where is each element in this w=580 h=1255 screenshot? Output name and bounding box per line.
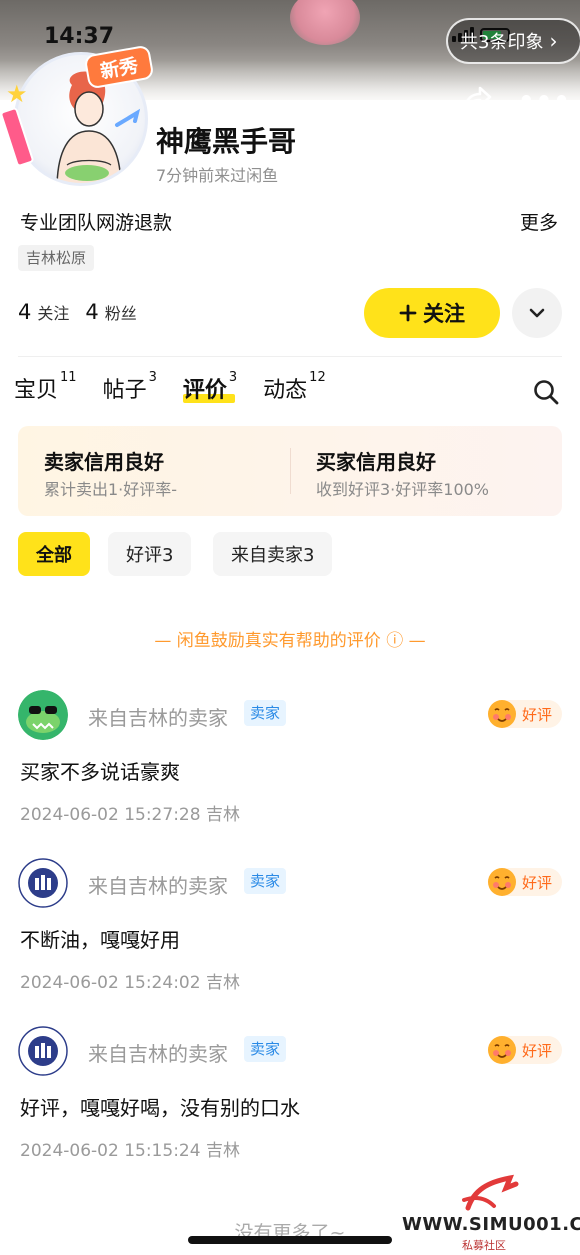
reviewer-avatar-image bbox=[18, 1026, 68, 1076]
seller-credit-title: 卖家信用良好 bbox=[44, 450, 164, 474]
tab-label: 评价 bbox=[182, 378, 227, 403]
followers-label: 粉丝 bbox=[104, 304, 137, 323]
share-button[interactable] bbox=[460, 84, 492, 114]
follow-stats: 4 关注 4 粉丝 bbox=[18, 300, 137, 324]
chevron-down-icon bbox=[529, 308, 545, 318]
star-icon: ★ bbox=[6, 80, 28, 108]
location-tag: 吉林松原 bbox=[18, 245, 95, 271]
review-from: 来自吉林的卖家 bbox=[88, 706, 228, 730]
impression-button[interactable]: 共3条印象 › bbox=[446, 18, 580, 64]
tab-count: 11 bbox=[60, 370, 77, 385]
chevron-right-icon: › bbox=[549, 29, 558, 53]
reviewer-avatar-image bbox=[18, 690, 68, 740]
review-text: 不断油，嘎嘎好用 bbox=[20, 928, 180, 952]
rating-badge: 好评 bbox=[488, 700, 562, 728]
tab-posts[interactable]: 帖子 3 bbox=[102, 370, 157, 404]
status-time: 14:37 bbox=[44, 24, 115, 49]
search-button[interactable] bbox=[532, 378, 560, 410]
home-indicator[interactable] bbox=[188, 1236, 392, 1244]
seller-tag: 卖家 bbox=[244, 868, 287, 894]
review-meta: 2024-06-02 15:27:28 吉林 bbox=[20, 805, 240, 825]
review-text: 好评，嘎嘎好喝，没有别的口水 bbox=[20, 1096, 300, 1120]
rating-label: 好评 bbox=[521, 873, 552, 892]
reviewer-avatar[interactable] bbox=[18, 1026, 68, 1076]
bio-more-link[interactable]: 更多 bbox=[520, 208, 558, 235]
seller-tag: 卖家 bbox=[244, 1036, 287, 1062]
bio: 专业团队网游退款 bbox=[20, 212, 173, 234]
follow-button[interactable]: 关注 bbox=[364, 288, 500, 338]
buyer-credit-sub: 收到好评3·好评率100% bbox=[316, 480, 490, 499]
review-from: 来自吉林的卖家 bbox=[88, 1042, 228, 1066]
tab-count: 3 bbox=[148, 370, 157, 385]
reviewer-avatar[interactable] bbox=[18, 690, 68, 740]
review-from: 来自吉林的卖家 bbox=[88, 874, 228, 898]
plus-icon bbox=[399, 304, 417, 322]
credit-divider bbox=[290, 448, 291, 494]
followers-stat[interactable]: 4 粉丝 bbox=[85, 300, 136, 324]
watermark-subtitle: 私募社区 bbox=[462, 1239, 506, 1252]
buyer-credit-title: 买家信用良好 bbox=[316, 450, 436, 474]
tab-label: 动态 bbox=[263, 378, 308, 403]
seller-tag: 卖家 bbox=[244, 700, 287, 726]
reviewer-avatar-image bbox=[18, 858, 68, 908]
followers-count: 4 bbox=[85, 300, 99, 324]
watermark-text: WWW.SIMU001.CN bbox=[402, 1214, 580, 1235]
reviewer-avatar[interactable] bbox=[18, 858, 68, 908]
dropdown-button[interactable] bbox=[512, 288, 562, 338]
rating-badge: 好评 bbox=[488, 868, 562, 896]
following-count: 4 bbox=[18, 300, 32, 324]
following-stat[interactable]: 4 关注 bbox=[18, 300, 69, 324]
divider bbox=[18, 356, 562, 357]
review-meta: 2024-06-02 15:15:24 吉林 bbox=[20, 1141, 240, 1161]
watermark-logo bbox=[462, 1174, 519, 1211]
share-icon bbox=[462, 86, 492, 112]
tab-activity[interactable]: 动态 12 bbox=[263, 370, 326, 404]
smile-face-icon bbox=[488, 1036, 516, 1064]
tab-label: 宝贝 bbox=[14, 378, 59, 403]
filter-from-seller[interactable]: 来自卖家3 bbox=[213, 532, 333, 576]
search-icon bbox=[534, 380, 559, 405]
more-dots-icon: ••• bbox=[518, 86, 571, 116]
last-seen: 7分钟前来过闲鱼 bbox=[156, 166, 279, 185]
review-meta: 2024-06-02 15:24:02 吉林 bbox=[20, 973, 240, 993]
tab-count: 12 bbox=[309, 370, 326, 385]
review-item: 来自吉林的卖家 卖家 好评 买家不多说话豪爽 2024-06-02 15:27:… bbox=[18, 690, 562, 825]
tab-items[interactable]: 宝贝 11 bbox=[14, 370, 77, 404]
filter-positive[interactable]: 好评3 bbox=[108, 532, 192, 576]
review-item: 来自吉林的卖家 卖家 好评 好评，嘎嘎好喝，没有别的口水 2024-06-02 … bbox=[18, 1026, 562, 1161]
follow-button-label: 关注 bbox=[423, 302, 465, 326]
more-button[interactable]: ••• bbox=[518, 86, 571, 116]
filter-all[interactable]: 全部 bbox=[18, 532, 90, 576]
tab-count: 3 bbox=[228, 370, 238, 385]
encourage-banner[interactable]: — 闲鱼鼓励真实有帮助的评价 ⓘ — bbox=[0, 626, 580, 651]
tab-label: 帖子 bbox=[102, 378, 147, 403]
tab-reviews[interactable]: 评价 3 bbox=[182, 370, 238, 404]
rating-label: 好评 bbox=[521, 1041, 552, 1060]
review-item: 来自吉林的卖家 卖家 好评 不断油，嘎嘎好用 2024-06-02 15:24:… bbox=[18, 858, 562, 993]
review-text: 买家不多说话豪爽 bbox=[20, 760, 180, 784]
profile-tabs: 宝贝 11 帖子 3 评价 3 动态 12 bbox=[14, 370, 326, 404]
following-label: 关注 bbox=[37, 304, 70, 323]
watermark: WWW.SIMU001.CN 私募社区 bbox=[402, 1172, 580, 1252]
username: 神鹰黑手哥 bbox=[156, 125, 297, 158]
smile-face-icon bbox=[488, 868, 516, 896]
rating-badge: 好评 bbox=[488, 1036, 562, 1064]
smile-face-icon bbox=[488, 700, 516, 728]
impression-label: 共3条印象 bbox=[460, 32, 544, 53]
seller-credit-sub: 累计卖出1·好评率- bbox=[44, 480, 178, 499]
rating-label: 好评 bbox=[521, 705, 552, 724]
